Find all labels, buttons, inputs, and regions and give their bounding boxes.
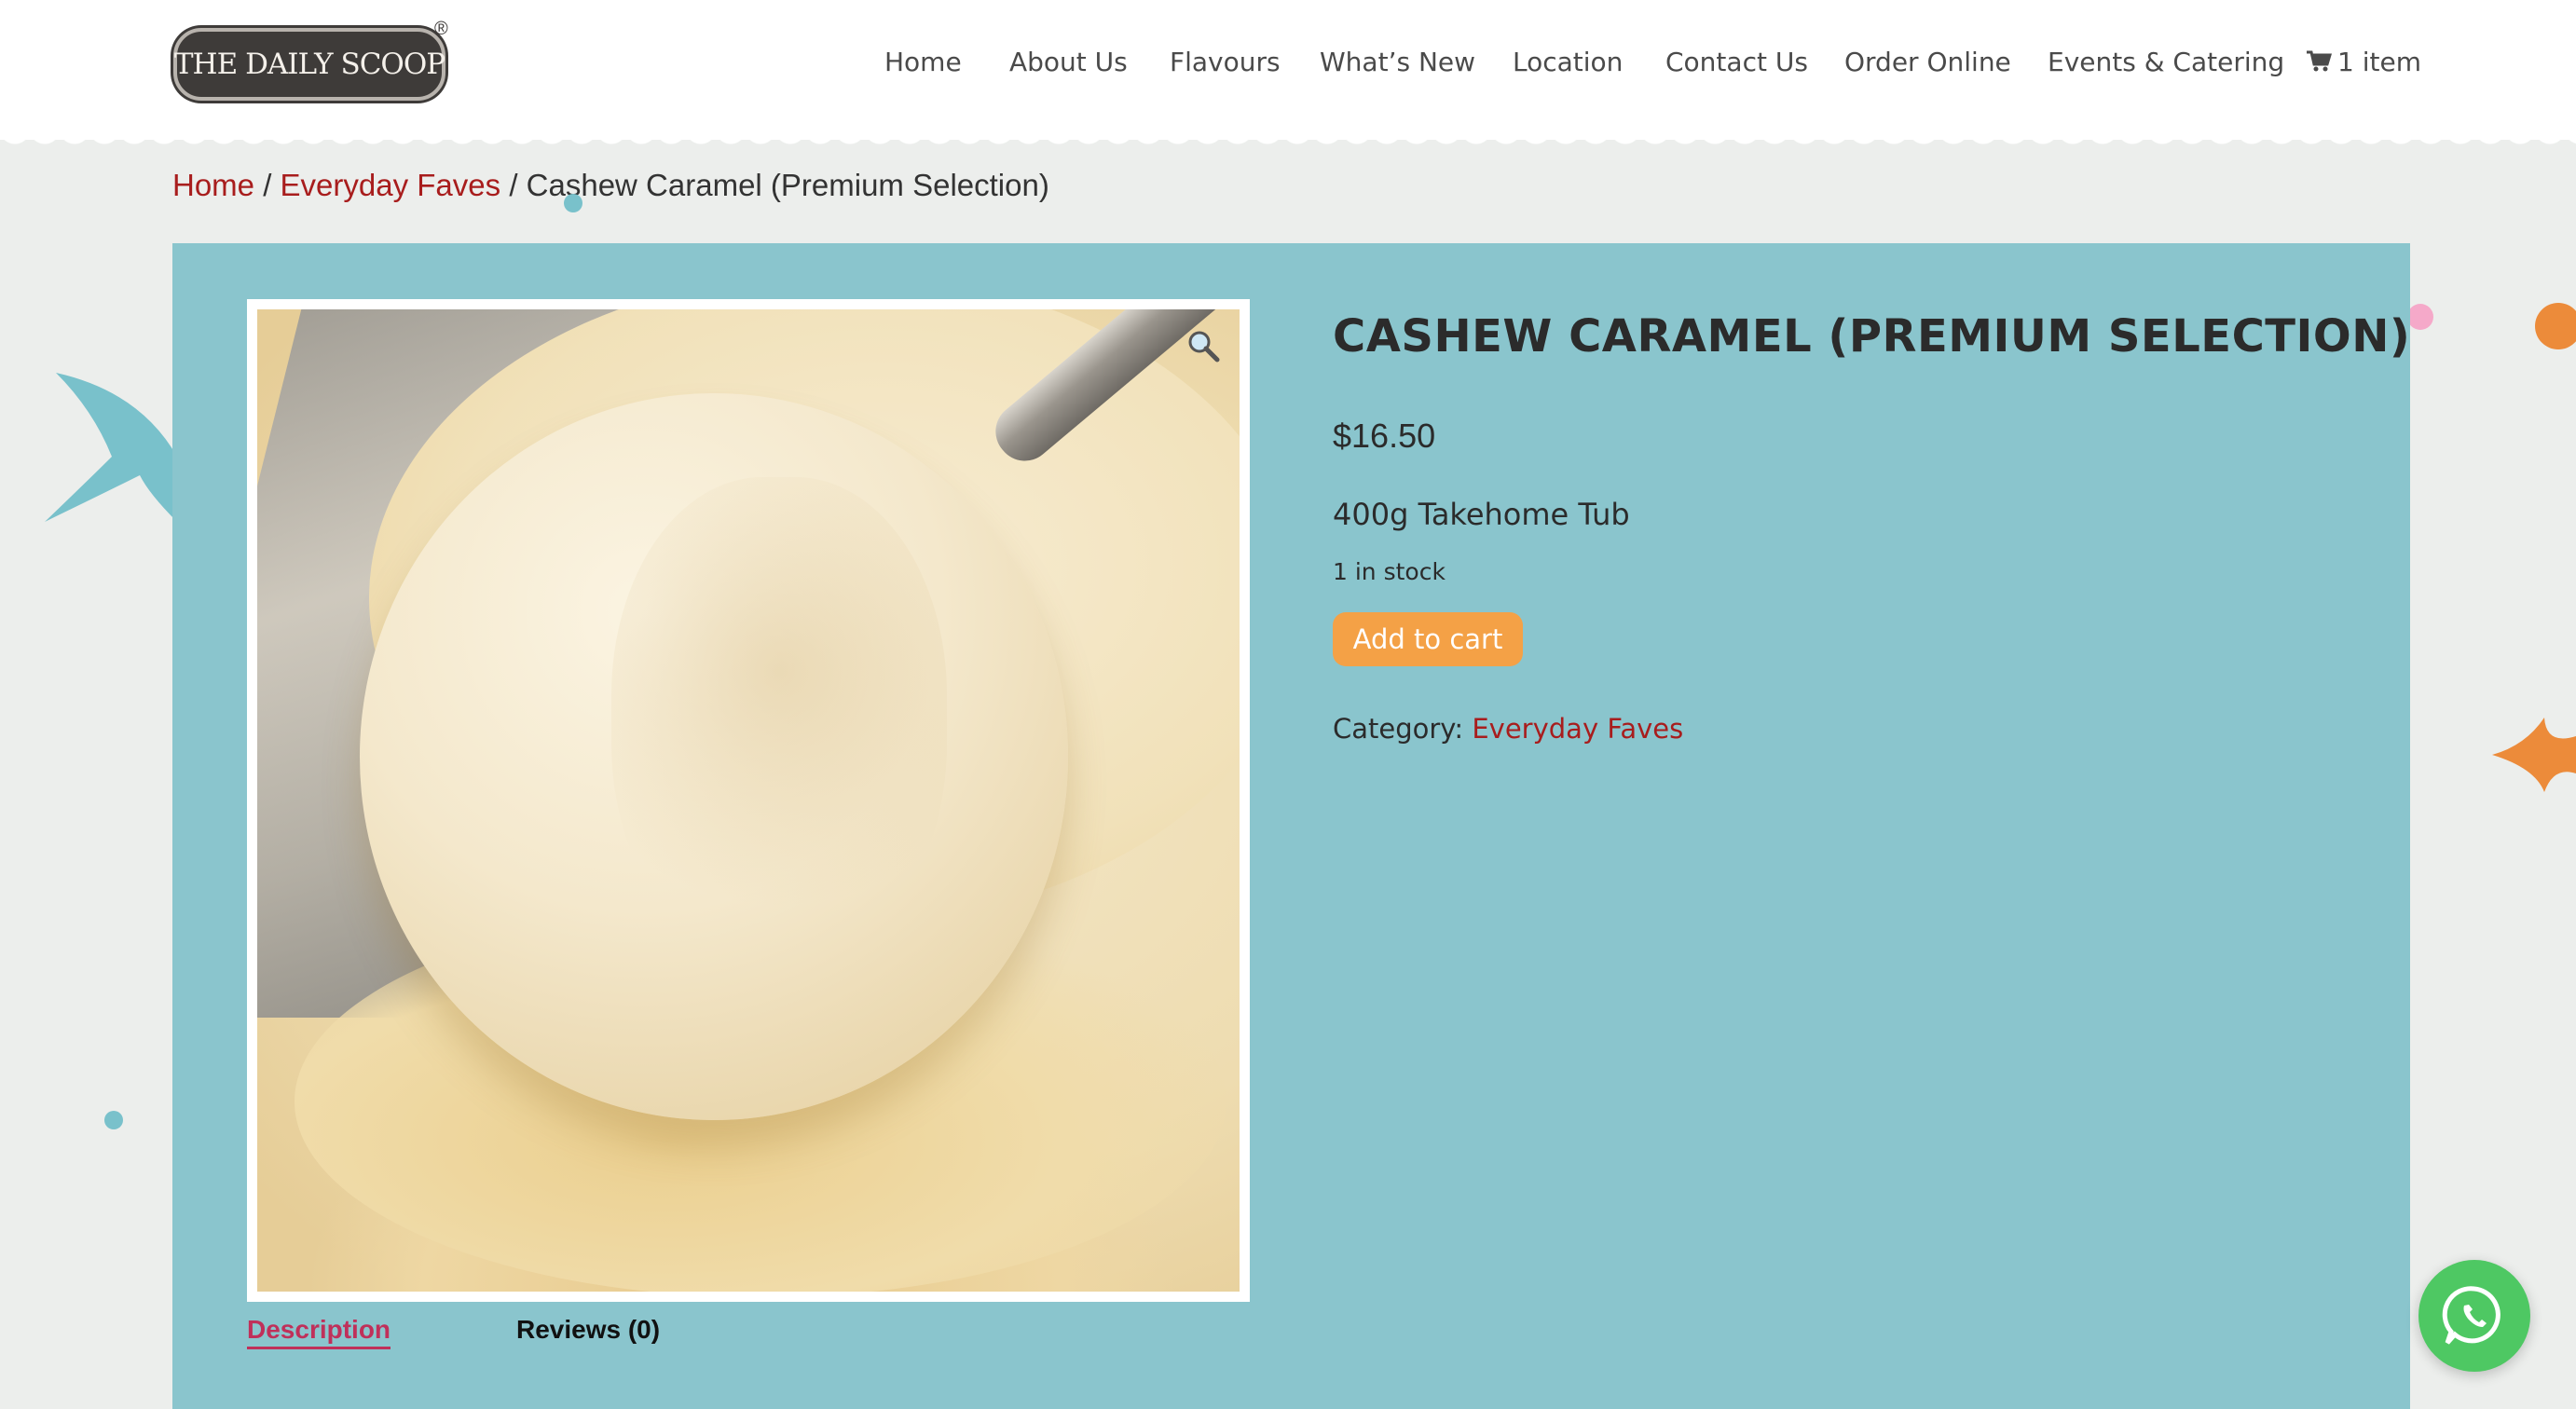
nav-whats-new[interactable]: What’s New [1320, 47, 1475, 77]
cart-icon [2306, 48, 2333, 72]
decorative-leaf-right-icon [2492, 718, 2576, 792]
registered-mark: ® [434, 19, 448, 39]
brand-logo[interactable]: THE DAILY SCOOP [173, 28, 445, 101]
nav-contact-us[interactable]: Contact Us [1665, 47, 1808, 77]
category-label: Category: [1333, 713, 1464, 745]
breadcrumb-category[interactable]: Everyday Faves [281, 168, 501, 202]
whatsapp-icon [2442, 1286, 2501, 1345]
product-image[interactable] [257, 309, 1240, 1292]
decorative-dot [104, 1111, 123, 1129]
tab-reviews[interactable]: Reviews (0) [516, 1315, 660, 1345]
decorative-leaf-left-icon [45, 373, 177, 522]
product-image-frame [247, 299, 1250, 1302]
product-panel: CASHEW CARAMEL (PREMIUM SELECTION) $16.5… [172, 243, 2410, 1409]
breadcrumb: Home / Everyday Faves / Cashew Caramel (… [172, 168, 1049, 203]
add-to-cart-button[interactable]: Add to cart [1333, 612, 1523, 666]
nav-order-online[interactable]: Order Online [1844, 47, 2011, 77]
nav-flavours[interactable]: Flavours [1170, 47, 1281, 77]
nav-events-catering[interactable]: Events & Catering [2048, 47, 2284, 77]
cart-count-label: 1 item [2337, 47, 2421, 77]
product-variant: 400g Takehome Tub [1333, 497, 1630, 532]
breadcrumb-home[interactable]: Home [172, 168, 254, 202]
image-scoop-texture [611, 477, 947, 962]
site-header: THE DAILY SCOOP ® Home About Us Flavours… [0, 0, 2576, 140]
tab-description[interactable]: Description [247, 1315, 391, 1349]
breadcrumb-separator: / [263, 168, 272, 202]
brand-logo-text: THE DAILY SCOOP [173, 48, 445, 81]
product-title: CASHEW CARAMEL (PREMIUM SELECTION) [1333, 310, 2411, 363]
product-price: $16.50 [1333, 417, 1436, 455]
breadcrumb-separator: / [509, 168, 518, 202]
nav-cart[interactable]: 1 item [2306, 47, 2421, 77]
category-link[interactable]: Everyday Faves [1472, 713, 1683, 745]
product-category: Category: Everyday Faves [1333, 713, 1683, 745]
zoom-icon[interactable] [1185, 328, 1221, 363]
nav-location[interactable]: Location [1513, 47, 1623, 77]
nav-about-us[interactable]: About Us [1009, 47, 1128, 77]
decorative-dot [564, 194, 582, 212]
stock-status: 1 in stock [1333, 558, 1446, 585]
whatsapp-chat-button[interactable] [2418, 1260, 2530, 1372]
decorative-dot [2407, 304, 2433, 330]
breadcrumb-current: Cashew Caramel (Premium Selection) [526, 168, 1049, 202]
decorative-dot [2535, 303, 2576, 349]
nav-home[interactable]: Home [884, 47, 962, 77]
